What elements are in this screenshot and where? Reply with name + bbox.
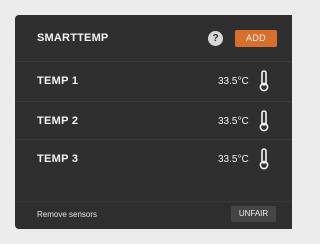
add-button[interactable]: ADD xyxy=(235,30,277,47)
sensor-label: TEMP 1 xyxy=(37,75,79,87)
thermometer-icon xyxy=(259,110,269,132)
sensor-label: TEMP 2 xyxy=(37,115,79,127)
help-icon[interactable]: ? xyxy=(208,31,223,46)
thermometer-icon xyxy=(259,148,269,170)
thermometer-icon xyxy=(259,70,269,92)
sensor-value: 33.5°C xyxy=(218,116,249,127)
unfair-button[interactable]: UNFAIR xyxy=(231,206,276,222)
panel-footer: Remove sensors UNFAIR xyxy=(15,201,292,230)
remove-sensors-label: Remove sensors xyxy=(37,210,98,219)
smarttemp-panel: SMARTTEMP ? ADD TEMP 1 33.5°C TEMP 2 33.… xyxy=(15,15,292,229)
sensor-value: 33.5°C xyxy=(218,154,249,165)
panel-header: SMARTTEMP ? ADD xyxy=(15,15,292,61)
sensor-row: TEMP 1 33.5°C xyxy=(15,61,292,100)
panel-title: SMARTTEMP xyxy=(37,32,109,44)
sensor-row: TEMP 2 33.5°C xyxy=(15,101,292,140)
sensor-value: 33.5°C xyxy=(218,76,249,87)
sensor-label: TEMP 3 xyxy=(37,153,79,165)
sensor-row: TEMP 3 33.5°C xyxy=(15,139,292,178)
